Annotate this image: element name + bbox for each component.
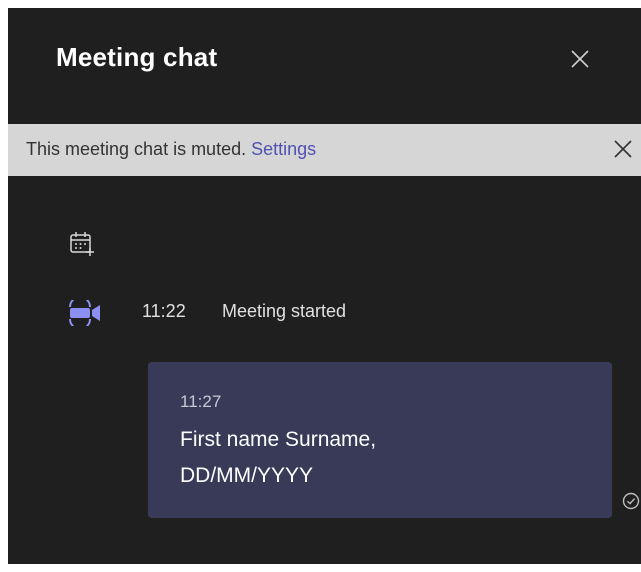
meeting-chat-panel: Meeting chat This meeting chat is muted.… [8,8,641,564]
muted-banner: This meeting chat is muted. Settings [8,124,641,176]
read-receipt-icon [622,492,640,510]
calendar-add-icon [68,230,96,258]
banner-text: This meeting chat is muted. [26,139,247,159]
event-time: 11:22 [142,301,186,321]
message-bubble[interactable]: 11:27 First name Surname, DD/MM/YYYY [148,362,612,518]
message-text-line-1: First name Surname, [180,428,377,451]
settings-link[interactable]: Settings [251,139,316,159]
message-text-line-2: DD/MM/YYYY [180,464,314,487]
event-label: Meeting started [222,301,347,321]
banner-close-icon[interactable] [612,138,634,160]
panel-title: Meeting chat [56,42,218,72]
close-icon[interactable] [569,48,591,70]
video-camera-icon [66,296,106,330]
banner-message: This meeting chat is muted. Settings [26,139,316,160]
message-time: 11:27 [180,392,222,411]
